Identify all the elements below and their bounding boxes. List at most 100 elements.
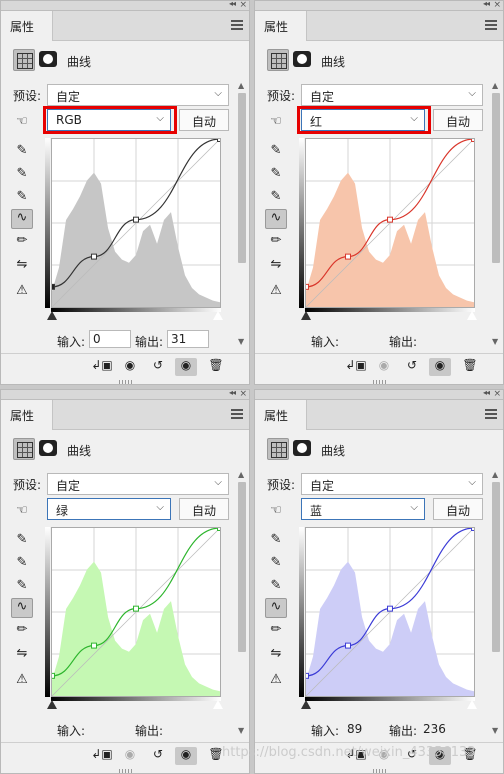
scroll-thumb[interactable] [238,93,246,263]
target-adjust-tool-icon[interactable]: ☜ [265,114,287,134]
pencil-tool-icon[interactable]: ✏ [11,622,33,642]
black-point-eyedropper-icon[interactable]: ✎ [11,532,33,552]
scroll-up-icon[interactable]: ▲ [492,470,498,479]
curve-control-point[interactable] [133,216,139,223]
target-adjust-tool-icon[interactable]: ☜ [265,503,287,523]
collapse-icon[interactable]: ◂◂ [483,1,490,8]
curve-points-tool-icon[interactable]: ∿ [265,598,287,618]
scroll-thumb[interactable] [492,93,500,263]
view-previous-state-icon[interactable]: ◉ [119,747,141,765]
close-icon[interactable]: × [493,390,501,399]
gray-point-eyedropper-icon[interactable]: ✎ [11,555,33,575]
clipping-warning-icon[interactable]: ⚠ [265,283,287,303]
pencil-tool-icon[interactable]: ✏ [11,233,33,253]
trash-icon[interactable]: 🗑 [459,358,481,376]
curve-control-point[interactable] [217,138,221,142]
white-slider-handle[interactable] [213,700,223,709]
visibility-eye-icon[interactable]: ◉ [175,358,197,376]
scroll-down-icon[interactable]: ▼ [492,726,498,735]
preset-select[interactable]: 自定 ⌵ [301,84,483,106]
visibility-eye-icon[interactable]: ◉ [175,747,197,765]
resize-grip[interactable] [119,380,133,384]
preset-select[interactable]: 自定 ⌵ [47,84,229,106]
output-field[interactable]: 31 [167,330,209,348]
reset-icon[interactable]: ↺ [401,358,423,376]
resize-grip[interactable] [373,380,387,384]
preset-select[interactable]: 自定 ⌵ [47,473,229,495]
white-point-eyedropper-icon[interactable]: ✎ [265,189,287,209]
panel-menu-icon[interactable] [485,409,497,419]
black-slider-handle[interactable] [47,311,57,320]
panel-scrollbar[interactable]: ▲ ▼ [237,81,247,351]
white-point-eyedropper-icon[interactable]: ✎ [11,189,33,209]
auto-button[interactable]: 自动 [179,498,229,520]
tab-properties[interactable]: 属性 [1,400,53,430]
curve-control-point[interactable] [387,605,393,612]
curve-graph[interactable] [305,527,475,697]
white-point-eyedropper-icon[interactable]: ✎ [265,578,287,598]
scroll-down-icon[interactable]: ▼ [492,337,498,346]
layer-mask-icon[interactable] [293,440,311,456]
curve-control-point[interactable] [345,253,351,260]
auto-button[interactable]: 自动 [433,109,483,131]
curves-adjustment-icon[interactable] [267,49,289,71]
view-previous-state-icon[interactable]: ◉ [373,358,395,376]
curve-control-point[interactable] [133,605,139,612]
scroll-up-icon[interactable]: ▲ [238,470,244,479]
curve-control-point[interactable] [387,216,393,223]
channel-select[interactable]: 蓝 ⌵ [301,498,425,520]
collapse-icon[interactable]: ◂◂ [483,390,490,397]
curve-graph[interactable] [305,138,475,308]
black-slider-handle[interactable] [301,311,311,320]
curves-adjustment-icon[interactable] [13,438,35,460]
clipping-warning-icon[interactable]: ⚠ [265,672,287,692]
auto-button[interactable]: 自动 [433,498,483,520]
gray-point-eyedropper-icon[interactable]: ✎ [265,555,287,575]
panel-scrollbar[interactable]: ▲ ▼ [491,470,501,740]
smooth-curve-icon[interactable]: ⇋ [11,257,33,277]
smooth-curve-icon[interactable]: ⇋ [265,257,287,277]
curve-control-point[interactable] [345,642,351,649]
curve-points-tool-icon[interactable]: ∿ [11,598,33,618]
white-slider-handle[interactable] [467,311,477,320]
curve-control-point[interactable] [471,138,475,142]
layer-mask-icon[interactable] [293,51,311,67]
collapse-icon[interactable]: ◂◂ [229,390,236,397]
curve-graph[interactable] [51,527,221,697]
channel-select[interactable]: 绿 ⌵ [47,498,171,520]
smooth-curve-icon[interactable]: ⇋ [265,646,287,666]
scroll-thumb[interactable] [492,482,500,652]
panel-menu-icon[interactable] [231,20,243,30]
curve-control-point[interactable] [51,283,55,290]
clip-to-layer-icon[interactable]: ↲▣ [91,358,113,376]
scroll-up-icon[interactable]: ▲ [492,81,498,90]
target-adjust-tool-icon[interactable]: ☜ [11,114,33,134]
white-slider-handle[interactable] [213,311,223,320]
curve-points-tool-icon[interactable]: ∿ [265,209,287,229]
panel-menu-icon[interactable] [231,409,243,419]
curve-control-point[interactable] [91,642,97,649]
collapse-icon[interactable]: ◂◂ [229,1,236,8]
panel-scrollbar[interactable]: ▲ ▼ [491,81,501,351]
close-icon[interactable]: × [493,1,501,10]
white-slider-handle[interactable] [467,700,477,709]
input-field[interactable]: 0 [89,330,131,348]
curve-control-point[interactable] [217,527,221,531]
black-slider-handle[interactable] [47,700,57,709]
curve-control-point[interactable] [305,672,309,679]
clip-to-layer-icon[interactable]: ↲▣ [91,747,113,765]
curve-control-point[interactable] [305,283,309,290]
clip-to-layer-icon[interactable]: ↲▣ [345,358,367,376]
scroll-thumb[interactable] [238,482,246,652]
reset-icon[interactable]: ↺ [147,358,169,376]
auto-button[interactable]: 自动 [179,109,229,131]
layer-mask-icon[interactable] [39,440,57,456]
curves-adjustment-icon[interactable] [267,438,289,460]
resize-grip[interactable] [373,769,387,773]
pencil-tool-icon[interactable]: ✏ [265,622,287,642]
scroll-down-icon[interactable]: ▼ [238,337,244,346]
close-icon[interactable]: × [239,390,247,399]
black-point-eyedropper-icon[interactable]: ✎ [265,143,287,163]
visibility-eye-icon[interactable]: ◉ [429,358,451,376]
curve-control-point[interactable] [471,527,475,531]
